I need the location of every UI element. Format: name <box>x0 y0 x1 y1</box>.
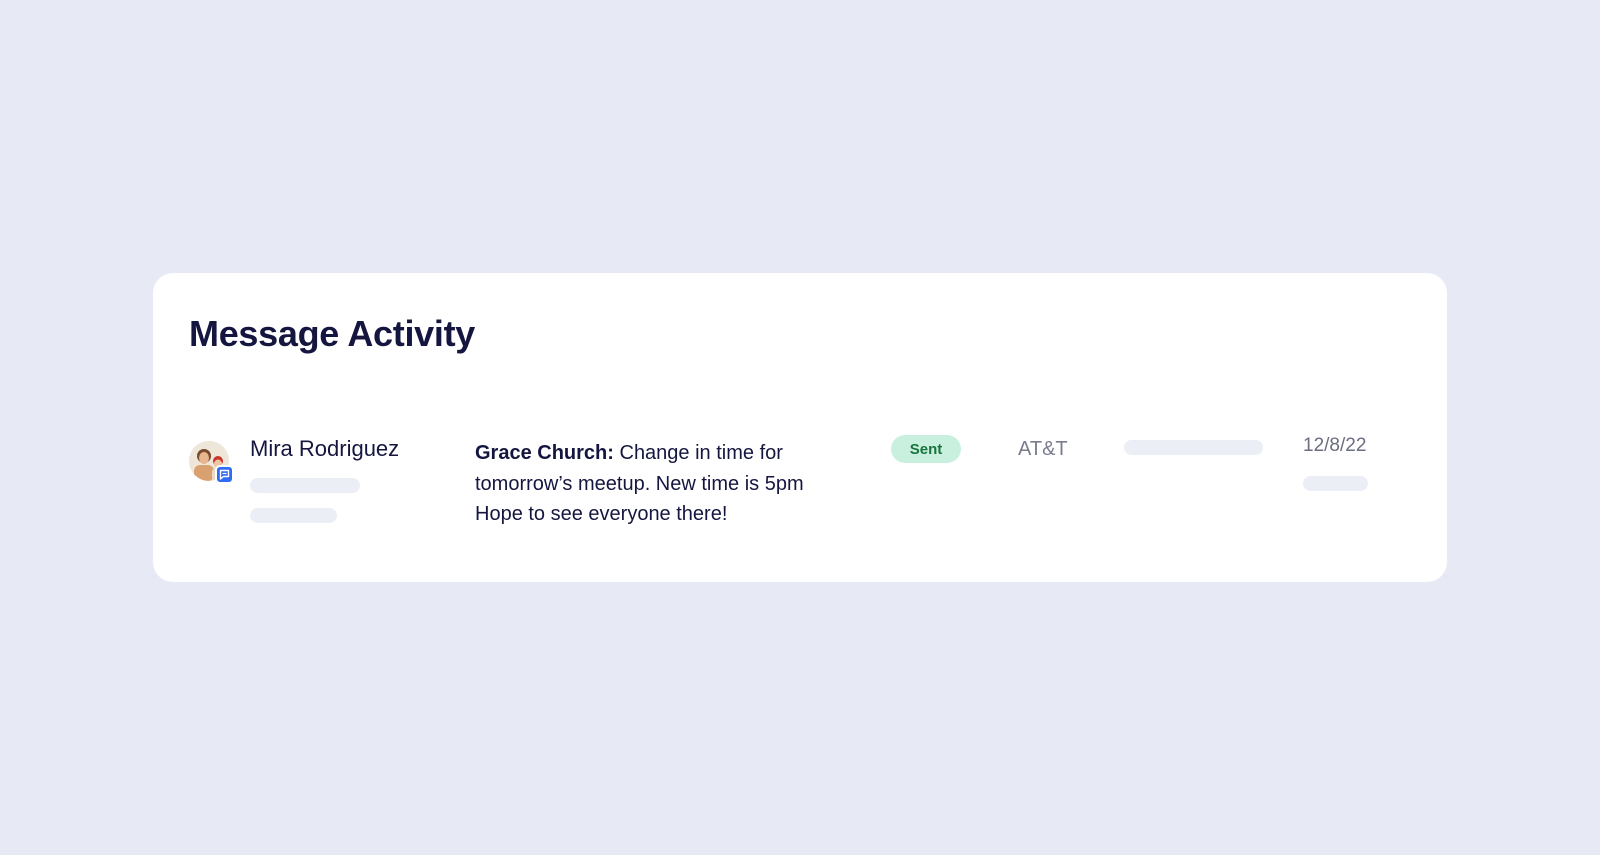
contact-avatar[interactable] <box>189 441 234 484</box>
status-badge: Sent <box>891 435 961 463</box>
contact-detail-placeholder <box>250 478 360 493</box>
chat-bubble-icon <box>215 465 234 484</box>
carrier-label: AT&T <box>1018 438 1068 460</box>
contact-detail-placeholder <box>250 508 337 523</box>
activity-row[interactable]: Mira Rodriguez Grace Church: Change in t… <box>153 273 1447 582</box>
message-sender: Grace Church: <box>475 442 614 464</box>
message-text: Grace Church: Change in time for tomorro… <box>475 438 855 530</box>
message-activity-card: Message Activity Mira Rodriguez Grace Ch… <box>153 273 1447 582</box>
message-date: 12/8/22 <box>1303 435 1367 456</box>
time-placeholder <box>1303 476 1368 491</box>
contact-name[interactable]: Mira Rodriguez <box>250 436 399 462</box>
detail-placeholder <box>1124 440 1263 455</box>
